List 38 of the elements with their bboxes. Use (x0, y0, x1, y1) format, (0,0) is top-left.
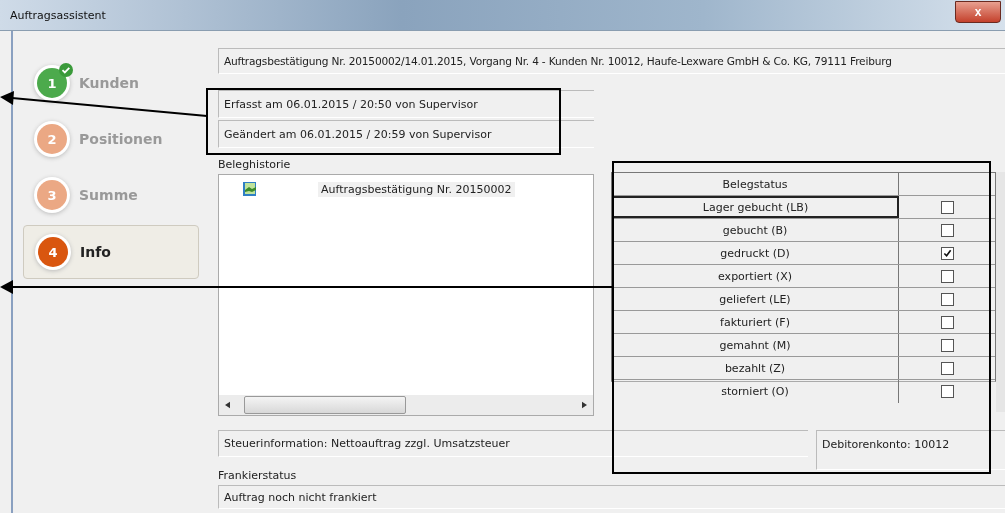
scroll-right-icon[interactable] (582, 401, 587, 409)
document-info-field: Auftragsbestätigung Nr. 20150002/14.01.2015, Vorgang Nr. 4 - Kunden Nr. 10012, Haufe-Lexware GmbH & Co. KG, 79111 Freiburg (218, 48, 1005, 74)
column-header: Belegstatus (612, 173, 899, 195)
status-cell[interactable]: storniert (O) (612, 380, 899, 403)
step-number: 3 (37, 180, 67, 210)
section-label: Beleghistorie (218, 158, 292, 173)
status-cell[interactable]: gemahnt (M) (612, 334, 899, 356)
checkbox[interactable] (940, 292, 954, 306)
checkbox[interactable] (940, 385, 954, 398)
checkbox[interactable] (940, 223, 954, 237)
checkbox[interactable] (940, 269, 954, 283)
checkbox[interactable] (940, 315, 954, 329)
status-cell[interactable]: bezahlt (Z) (612, 357, 899, 379)
step-tab[interactable]: 4 Info (23, 225, 199, 279)
history-entry[interactable]: Auftragsbestätigung Nr. 20150002 (318, 181, 515, 197)
status-cell[interactable]: fakturiert (F) (612, 311, 899, 333)
step-number: 1 (37, 68, 67, 98)
window-title: Auftragsassistent (9, 8, 106, 22)
status-cell[interactable]: gedruckt (D) (612, 242, 899, 264)
horizontal-scrollbar[interactable] (219, 395, 593, 415)
created-field: Erfasst am 06.01.2015 / 20:50 von Supervisor (218, 90, 594, 118)
changed-field: Geändert am 06.01.2015 / 20:59 von Supervisor (218, 120, 594, 148)
scroll-left-icon[interactable] (225, 401, 230, 409)
step-number: 2 (37, 124, 67, 154)
checkbox[interactable] (940, 361, 954, 375)
status-cell[interactable]: exportiert (X) (612, 265, 899, 287)
status-cell[interactable]: gebucht (B) (612, 219, 899, 241)
debtor-account-field: Debitorenkonto: 10012 (816, 430, 1005, 470)
status-cell[interactable]: geliefert (LE) (612, 288, 899, 310)
step-number: 4 (38, 237, 68, 267)
section-label: Frankierstatus (218, 469, 298, 484)
checkbox[interactable] (940, 200, 954, 214)
checkbox[interactable] (940, 246, 954, 260)
tax-info-field: Steuerinformation: Nettoauftrag zzgl. Umsatzsteuer (218, 430, 808, 457)
check-icon (59, 63, 73, 77)
postage-status-field: Auftrag noch nicht frankiert (218, 485, 1005, 509)
status-cell[interactable]: Lager gebucht (LB) (612, 196, 899, 218)
checkbox[interactable] (940, 338, 954, 352)
